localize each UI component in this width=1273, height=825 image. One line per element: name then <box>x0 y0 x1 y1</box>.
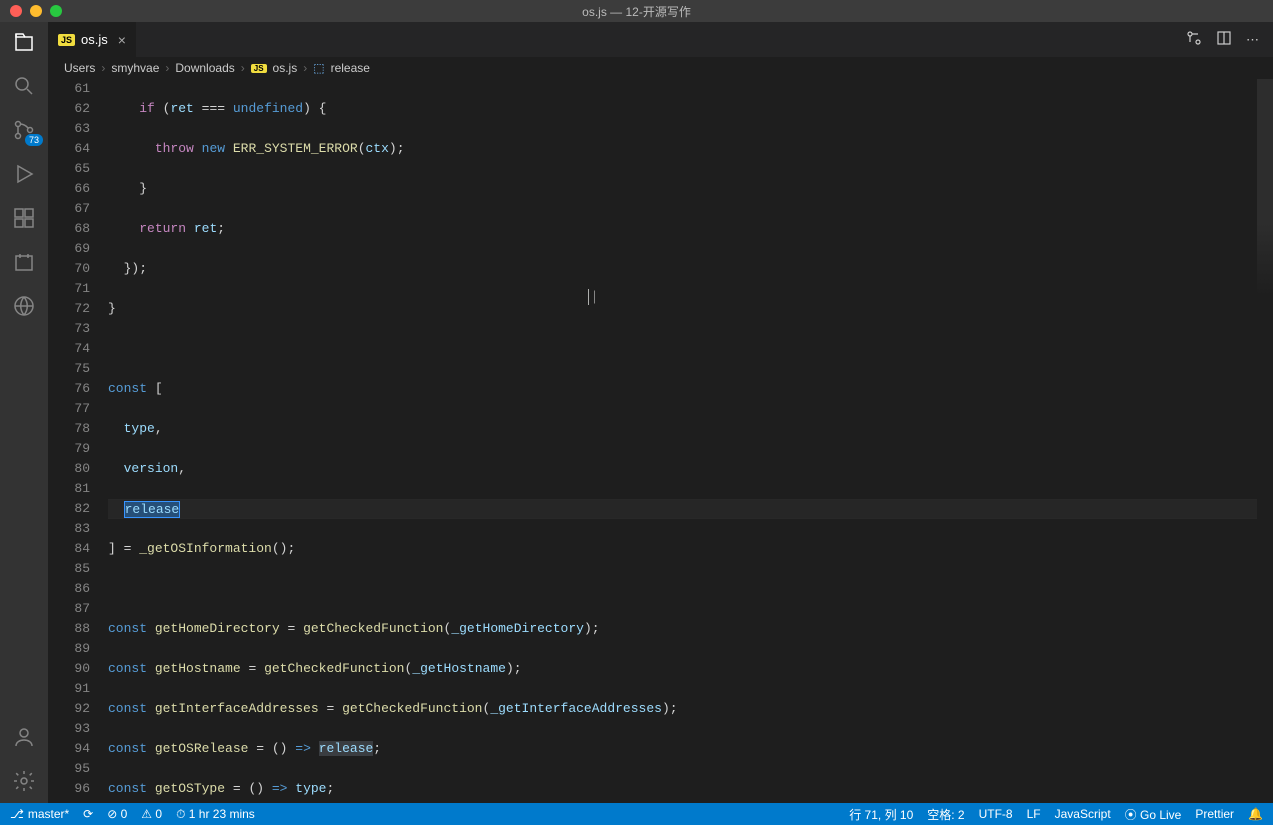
line-number: 66 <box>48 179 90 199</box>
chevron-right-icon: › <box>303 61 307 75</box>
line-number: 71 <box>48 279 90 299</box>
prettier-status[interactable]: Prettier <box>1195 807 1234 821</box>
split-editor-icon[interactable] <box>1216 30 1232 49</box>
line-number: 63 <box>48 119 90 139</box>
status-bar: ⎇ master* ⟳ ⊘ 0 ⚠ 0 ⏱ 1 hr 23 mins 行 71,… <box>0 803 1273 825</box>
line-number: 90 <box>48 659 90 679</box>
close-tab-icon[interactable]: × <box>118 32 126 48</box>
line-number: 68 <box>48 219 90 239</box>
more-actions-icon[interactable]: ⋯ <box>1246 32 1259 48</box>
compare-icon[interactable] <box>1186 30 1202 49</box>
line-number: 88 <box>48 619 90 639</box>
editor[interactable]: 61 62 63 64 65 66 67 68 69 70 71 72 73 7… <box>48 79 1273 803</box>
line-number: 62 <box>48 99 90 119</box>
encoding[interactable]: UTF-8 <box>979 807 1013 821</box>
crumb-downloads[interactable]: Downloads <box>175 61 234 75</box>
problems-warnings[interactable]: ⚠ 0 <box>141 807 162 821</box>
settings-gear-icon[interactable] <box>12 769 36 793</box>
cursor-position[interactable]: 行 71, 列 10 <box>849 806 913 823</box>
tab-bar: JS os.js × ⋯ <box>48 22 1273 57</box>
tab-label: os.js <box>81 32 108 47</box>
line-number: 93 <box>48 719 90 739</box>
maximize-window-button[interactable] <box>50 5 62 17</box>
line-number: 87 <box>48 599 90 619</box>
indentation[interactable]: 空格: 2 <box>927 806 964 823</box>
remote-icon[interactable] <box>12 294 36 318</box>
line-number: 96 <box>48 779 90 799</box>
line-number: 64 <box>48 139 90 159</box>
chevron-right-icon: › <box>241 61 245 75</box>
line-number: 76 <box>48 379 90 399</box>
line-number: 94 <box>48 739 90 759</box>
line-number: 86 <box>48 579 90 599</box>
time-tracker[interactable]: ⏱ 1 hr 23 mins <box>176 807 255 822</box>
line-number: 82 <box>48 499 90 519</box>
crumb-user[interactable]: smyhvae <box>111 61 159 75</box>
line-number: 61 <box>48 79 90 99</box>
minimap[interactable] <box>1257 79 1273 803</box>
explorer-icon[interactable] <box>12 30 36 54</box>
run-debug-icon[interactable] <box>12 162 36 186</box>
line-number: 81 <box>48 479 90 499</box>
problems-errors[interactable]: ⊘ 0 <box>107 807 127 821</box>
line-number: 91 <box>48 679 90 699</box>
line-number: 67 <box>48 199 90 219</box>
activity-bar: 73 <box>0 22 48 803</box>
search-icon[interactable] <box>12 74 36 98</box>
eol[interactable]: LF <box>1027 807 1041 821</box>
source-control-icon[interactable]: 73 <box>12 118 36 142</box>
line-number: 89 <box>48 639 90 659</box>
breadcrumb[interactable]: Users › smyhvae › Downloads › JS os.js ›… <box>48 57 1273 79</box>
crumb-symbol[interactable]: release <box>331 61 370 75</box>
code-area[interactable]: if (ret === undefined) { throw new ERR_S… <box>108 79 1273 803</box>
tab-actions: ⋯ <box>1186 22 1273 57</box>
minimize-window-button[interactable] <box>30 5 42 17</box>
line-number: 85 <box>48 559 90 579</box>
line-number: 73 <box>48 319 90 339</box>
scm-badge: 73 <box>25 134 43 146</box>
sync-icon[interactable]: ⟳ <box>83 807 93 821</box>
extensions-icon[interactable] <box>12 206 36 230</box>
js-file-icon: JS <box>58 34 75 46</box>
tab-os-js[interactable]: JS os.js × <box>48 22 137 57</box>
line-number: 92 <box>48 699 90 719</box>
chevron-right-icon: › <box>165 61 169 75</box>
titlebar: os.js — 12-开源写作 <box>0 0 1273 22</box>
text-cursor: ｜ <box>588 289 589 305</box>
accounts-icon[interactable] <box>12 725 36 749</box>
crumb-file[interactable]: os.js <box>273 61 298 75</box>
symbol-variable-icon: ⬚ <box>313 61 324 75</box>
git-branch[interactable]: ⎇ master* <box>10 807 69 821</box>
window-title: os.js — 12-开源写作 <box>0 3 1273 20</box>
line-number: 79 <box>48 439 90 459</box>
line-number: 78 <box>48 419 90 439</box>
line-number: 95 <box>48 759 90 779</box>
line-number: 65 <box>48 159 90 179</box>
line-number: 70 <box>48 259 90 279</box>
line-number: 72 <box>48 299 90 319</box>
line-number: 69 <box>48 239 90 259</box>
notifications-bell-icon[interactable]: 🔔 <box>1248 807 1263 821</box>
line-number: 84 <box>48 539 90 559</box>
line-number: 80 <box>48 459 90 479</box>
line-number-gutter: 61 62 63 64 65 66 67 68 69 70 71 72 73 7… <box>48 79 108 803</box>
crumb-users[interactable]: Users <box>64 61 95 75</box>
line-number: 77 <box>48 399 90 419</box>
close-window-button[interactable] <box>10 5 22 17</box>
go-live[interactable]: ⦿ Go Live <box>1125 806 1182 823</box>
line-number: 74 <box>48 339 90 359</box>
language-mode[interactable]: JavaScript <box>1055 807 1111 821</box>
line-number: 83 <box>48 519 90 539</box>
js-file-icon: JS <box>251 64 267 73</box>
chevron-right-icon: › <box>101 61 105 75</box>
window-controls <box>0 5 62 17</box>
project-icon[interactable] <box>12 250 36 274</box>
line-number: 75 <box>48 359 90 379</box>
